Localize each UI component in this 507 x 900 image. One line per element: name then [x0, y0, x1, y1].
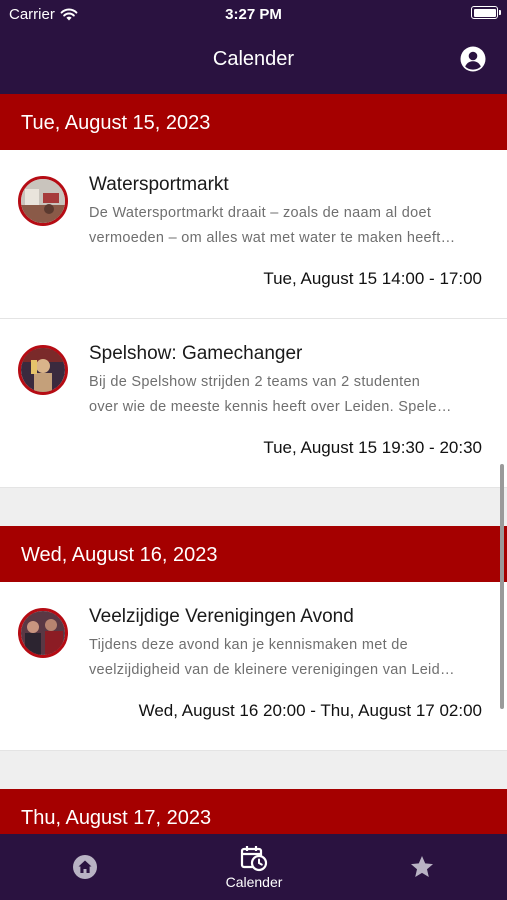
event-title: Spelshow: Gamechanger	[89, 343, 303, 364]
event-image	[18, 345, 68, 395]
star-icon	[411, 856, 433, 877]
event-title: Watersportmarkt	[89, 174, 229, 195]
event-image	[18, 176, 68, 226]
event-time: Tue, August 15 14:00 - 17:00	[263, 269, 482, 288]
event-description-line-1: De Watersportmarkt draait – zoals de naa…	[89, 205, 432, 221]
event-title: Veelzijdige Verenigingen Avond	[89, 606, 354, 627]
event-time: Wed, August 16 20:00 - Thu, August 17 02…	[138, 701, 482, 720]
event-description-line-1: Bij de Spelshow strijden 2 teams van 2 s…	[89, 374, 421, 390]
calendar-list[interactable]: Tue, August 15, 2023 Watersportmarkt De …	[0, 94, 507, 834]
divider	[0, 487, 507, 488]
tab-calendar-label: Calender	[225, 874, 283, 890]
battery-icon	[471, 6, 501, 19]
day-header: Thu, August 17, 2023	[0, 789, 507, 834]
tab-calendar[interactable]: Calender	[194, 834, 314, 900]
scrollbar[interactable]	[500, 464, 504, 709]
event-card[interactable]: Watersportmarkt De Watersportmarkt draai…	[0, 150, 507, 318]
event-card[interactable]: Spelshow: Gamechanger Bij de Spelshow st…	[0, 319, 507, 487]
tab-bar: Calender	[0, 834, 507, 900]
event-description-line-2: over wie de meeste kennis heeft over Lei…	[89, 399, 452, 415]
event-image	[18, 608, 68, 658]
calendar-clock-icon	[240, 846, 268, 872]
divider	[0, 750, 507, 751]
event-time: Tue, August 15 19:30 - 20:30	[263, 438, 482, 457]
event-description-line-2: vermoeden – om alles wat met water te ma…	[89, 230, 456, 246]
event-description-line-1: Tijdens deze avond kan je kennismaken me…	[89, 637, 408, 653]
status-bar: Carrier 3:27 PM	[0, 0, 507, 28]
home-icon	[73, 855, 97, 879]
top-bar: Carrier 3:27 PM Calender	[0, 0, 507, 94]
day-header: Wed, August 16, 2023	[0, 526, 507, 582]
day-header: Tue, August 15, 2023	[0, 94, 507, 150]
tab-home[interactable]	[25, 834, 145, 900]
status-time: 3:27 PM	[225, 6, 282, 23]
event-card[interactable]: Veelzijdige Verenigingen Avond Tijdens d…	[0, 582, 507, 750]
tab-favorites[interactable]	[362, 834, 482, 900]
page-title: Calender	[212, 48, 295, 70]
profile-icon[interactable]	[460, 46, 486, 72]
event-description-line-2: veelzijdigheid van de kleinere verenigin…	[89, 662, 455, 678]
